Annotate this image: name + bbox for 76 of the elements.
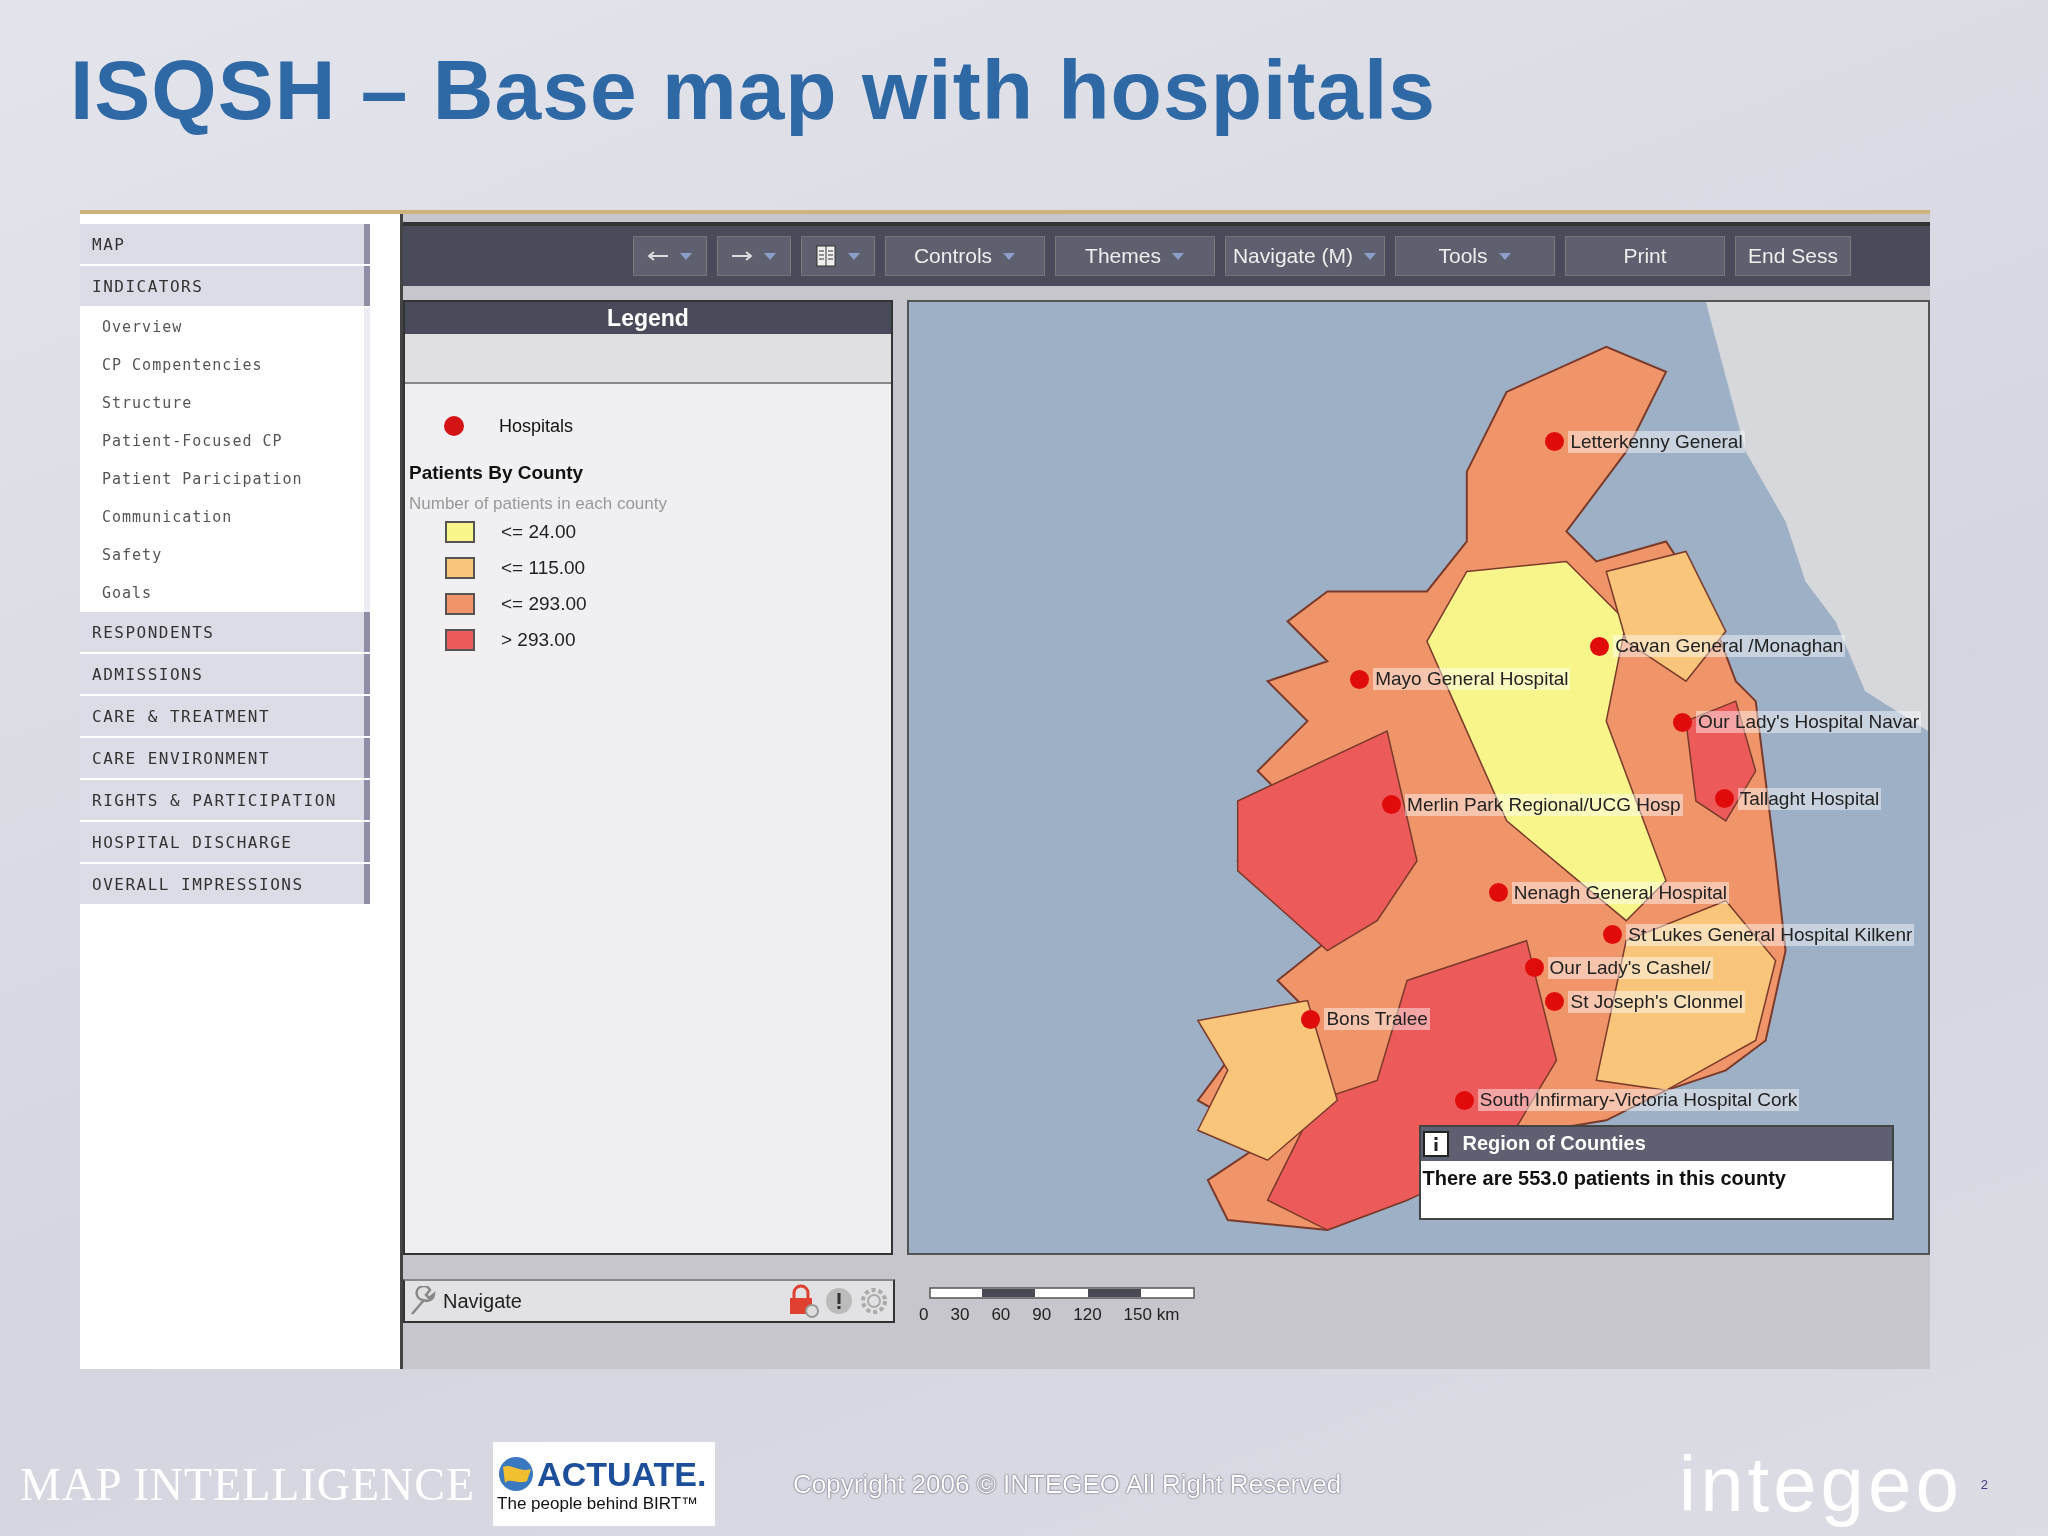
- hospital-label: Nenagh General Hospital: [1511, 881, 1730, 904]
- menu-button[interactable]: Tools: [1395, 236, 1555, 276]
- book-icon: [815, 244, 837, 268]
- toolbar-button[interactable]: End Sess: [1735, 236, 1851, 276]
- legend-label: <= 24.00: [501, 521, 577, 543]
- globe-icon: [497, 1455, 536, 1493]
- menu-button[interactable]: Navigate (M): [1225, 236, 1385, 276]
- sidebar-item[interactable]: MAP: [80, 224, 370, 264]
- hospital-label: Mayo General Hospital: [1373, 668, 1571, 691]
- info-title: Region of Counties: [1462, 1132, 1646, 1156]
- sidebar-item[interactable]: HOSPITAL DISCHARGE: [80, 822, 370, 862]
- wrench-icon: [409, 1286, 437, 1316]
- hospital-label: Merlin Park Regional/UCG Hosp: [1405, 793, 1683, 816]
- legend-subtitle: Number of patients in each county: [409, 494, 668, 514]
- legend-label: <= 293.00: [501, 593, 587, 615]
- legend-label: <= 115.00: [501, 557, 586, 579]
- scale-label: 120: [1073, 1305, 1102, 1325]
- caret-icon: [763, 251, 777, 261]
- legend-heading: Patients By County: [409, 462, 585, 484]
- sidebar-subitem[interactable]: Safety: [80, 536, 370, 574]
- sidebar-subitem[interactable]: Structure: [80, 384, 370, 422]
- hospital-label: Letterkenny General: [1568, 430, 1745, 453]
- hospital-label: St Joseph's Clonmel: [1568, 990, 1746, 1013]
- legend-title: Legend: [405, 302, 891, 334]
- legend-label: Hospitals: [499, 415, 574, 437]
- forward-arrow-icon: [731, 250, 753, 262]
- sidebar-item[interactable]: INDICATORS: [80, 266, 370, 306]
- history-button[interactable]: [633, 236, 707, 276]
- pages-button[interactable]: [801, 236, 875, 276]
- hospital-marker-icon: [443, 415, 465, 437]
- scale-label: 150 km: [1123, 1305, 1180, 1325]
- settings-icon[interactable]: [859, 1286, 889, 1316]
- sidebar-item[interactable]: OVERALL IMPRESSIONS: [80, 864, 370, 904]
- caret-icon: [1363, 251, 1378, 261]
- page-number: 2: [1980, 1476, 1988, 1492]
- hospital-label: St Lukes General Hospital Kilkenr: [1626, 923, 1915, 946]
- sidebar-item[interactable]: CARE ENVIRONMENT: [80, 738, 370, 778]
- scale-label: 0: [919, 1305, 929, 1325]
- hospital-label: Tallaght Hospital: [1737, 787, 1882, 810]
- menu-button[interactable]: Themes: [1055, 236, 1215, 276]
- caret-icon: [1002, 251, 1017, 261]
- sidebar-subitem[interactable]: Communication: [80, 498, 370, 536]
- caret-icon: [1497, 251, 1512, 261]
- caret-icon: [847, 251, 861, 261]
- back-arrow-icon: [647, 250, 669, 262]
- scale-label: 30: [950, 1305, 970, 1325]
- sidebar-subitem[interactable]: CP Compentencies: [80, 346, 370, 384]
- toolbar-button[interactable]: Print: [1565, 236, 1725, 276]
- hospital-label: Cavan General /Monaghan: [1613, 635, 1846, 658]
- hospital-label: South Infirmary-Victoria Hospital Cork: [1477, 1089, 1800, 1112]
- hospital-label: Our Lady's Cashel/: [1547, 956, 1713, 979]
- info-icon: [1422, 1130, 1449, 1157]
- lock-icon[interactable]: [787, 1284, 819, 1318]
- scale-label: 90: [1032, 1305, 1052, 1325]
- status-mode: Navigate: [443, 1289, 522, 1313]
- history-button[interactable]: [717, 236, 791, 276]
- hospital-label: Our Lady's Hospital Navar: [1695, 711, 1922, 734]
- menu-button[interactable]: Controls: [885, 236, 1045, 276]
- sidebar-subitem[interactable]: Patient-Focused CP: [80, 422, 370, 460]
- sidebar-subitem[interactable]: Overview: [80, 308, 370, 346]
- sidebar-item[interactable]: ADMISSIONS: [80, 654, 370, 694]
- partner-name: ACTUATE.: [537, 1454, 707, 1494]
- copyright-text: Copyright 2006 © INTEGEO All Right Reserved: [793, 1468, 1342, 1500]
- hospital-label: Bons Tralee: [1324, 1008, 1430, 1031]
- sidebar-item[interactable]: CARE & TREATMENT: [80, 696, 370, 736]
- alert-icon[interactable]: [825, 1287, 853, 1315]
- sidebar-item[interactable]: RIGHTS & PARTICIPATION: [80, 780, 370, 820]
- slide-title: ISQSH – Base map with hospitals: [70, 42, 1438, 139]
- legend-label: > 293.00: [501, 629, 576, 651]
- scale-label: 60: [991, 1305, 1011, 1325]
- sidebar-item[interactable]: RESPONDENTS: [80, 612, 370, 652]
- partner-tagline: The people behind BIRT™: [497, 1493, 700, 1514]
- sidebar-subitem[interactable]: Patient Paricipation: [80, 460, 370, 498]
- info-text: There are 553.0 patients in this county: [1421, 1165, 1787, 1191]
- caret-icon: [1170, 251, 1185, 261]
- caret-icon: [679, 251, 693, 261]
